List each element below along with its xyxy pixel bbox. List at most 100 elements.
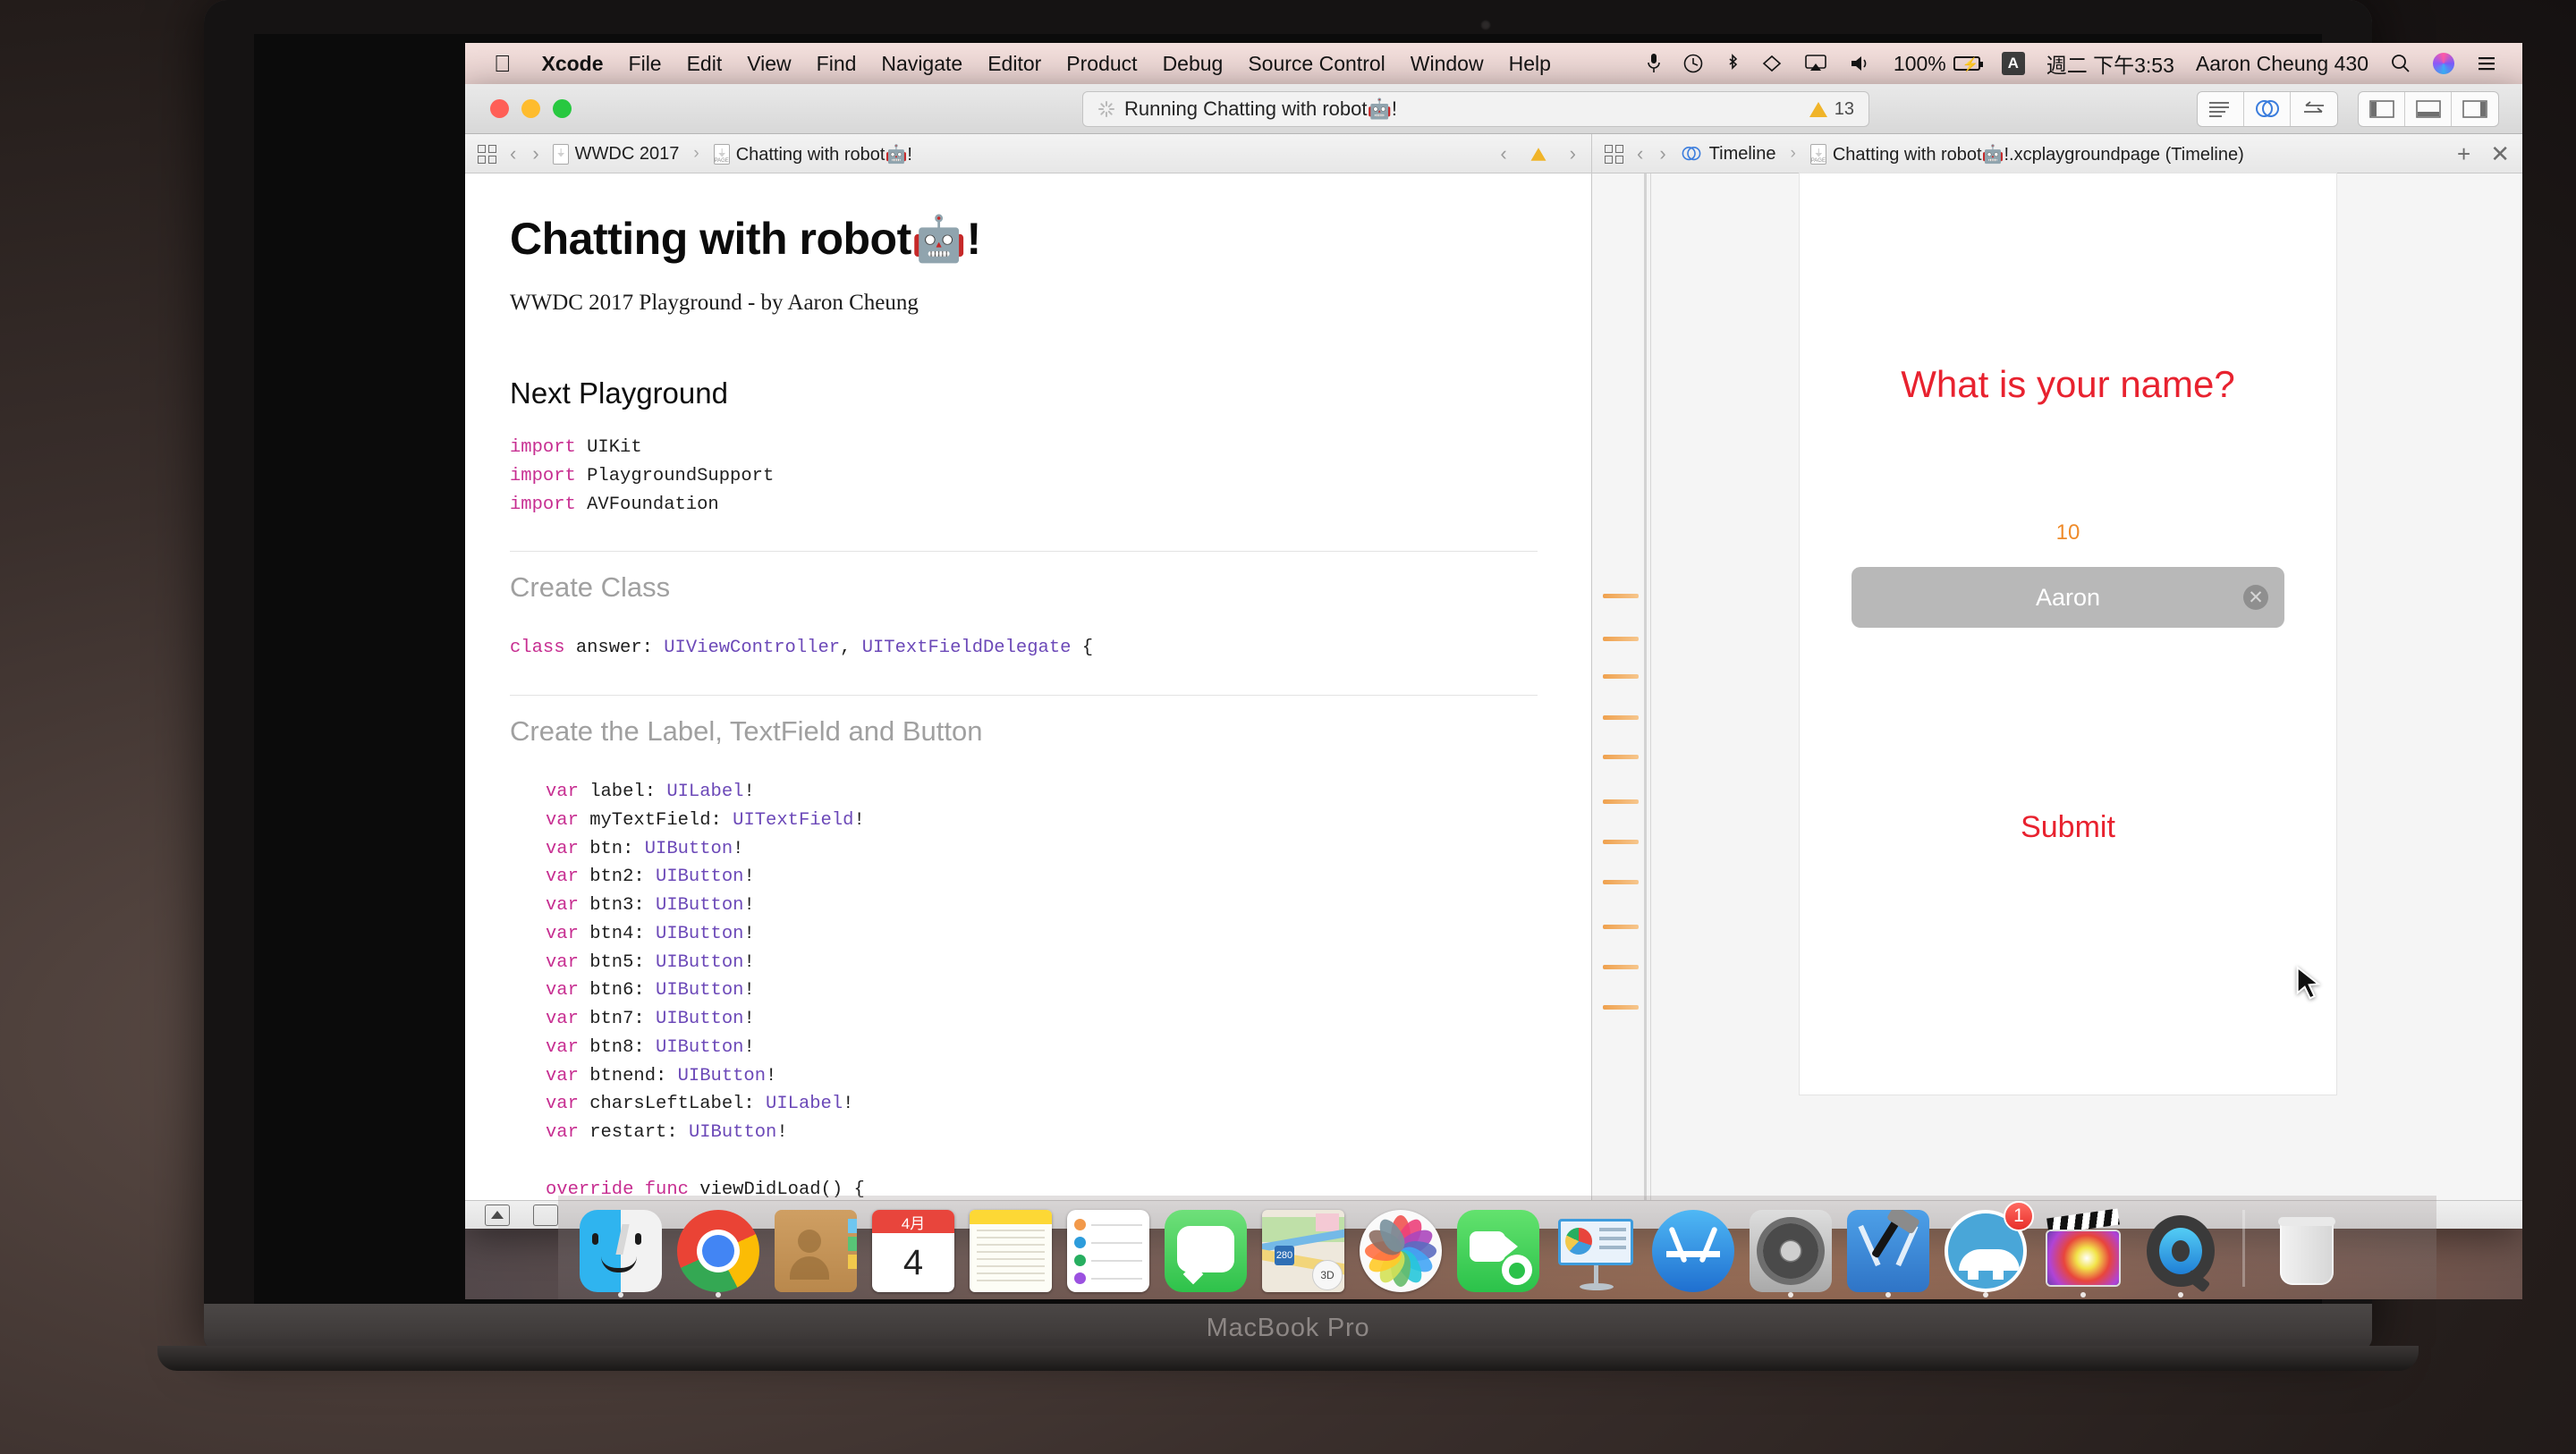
dock-running-indicator	[618, 1292, 623, 1298]
back-button[interactable]: ‹	[1634, 142, 1646, 165]
forward-button[interactable]: ›	[530, 142, 541, 165]
bluetooth-icon[interactable]	[1715, 53, 1750, 74]
menu-item-navigate[interactable]: Navigate	[869, 52, 975, 76]
dock-item-trash[interactable]	[2260, 1203, 2353, 1292]
input-source-indicator[interactable]: A	[1991, 52, 2036, 75]
menu-item-find[interactable]: Find	[804, 52, 869, 76]
right-jumpbar-tools: + ✕	[2457, 140, 2510, 168]
breadcrumb-label: Chatting with robot🤖!.xcplaygroundpage (…	[1832, 144, 2244, 165]
close-assistant-icon[interactable]: ✕	[2490, 140, 2510, 168]
dock-item-notes[interactable]	[964, 1203, 1057, 1292]
breadcrumb-wwdc-2017[interactable]: WWDC 2017	[552, 143, 679, 165]
code-block-class[interactable]: class answer: UIViewController, UITextFi…	[510, 604, 1538, 672]
navigator-toggle-button[interactable]	[2359, 91, 2405, 126]
siri-icon[interactable]	[2422, 53, 2465, 74]
previous-issue-button[interactable]: ‹	[1497, 142, 1509, 165]
dock-item-photos[interactable]	[1354, 1203, 1447, 1292]
menu-bar-clock[interactable]: 週二 下午3:53	[2036, 48, 2185, 79]
playground-file-icon	[552, 143, 569, 165]
dropbox-icon[interactable]	[1750, 53, 1793, 74]
code-block-properties[interactable]: var label: UILabel! var myTextField: UIT…	[510, 748, 1538, 1200]
clear-text-icon[interactable]: ✕	[2243, 585, 2268, 610]
volume-icon[interactable]	[1838, 53, 1883, 74]
dock-item-google-chrome[interactable]	[672, 1203, 765, 1298]
dock-item-system-preferences[interactable]	[1744, 1203, 1837, 1298]
dock-item-finder[interactable]	[574, 1203, 667, 1298]
search-icon[interactable]	[2379, 53, 2422, 74]
breadcrumb-timeline-file[interactable]: PAGE Chatting with robot🤖!.xcplaygroundp…	[1809, 143, 2244, 165]
dock-item-calendar[interactable]: 4月 4	[867, 1203, 960, 1292]
dock-item-keynote[interactable]	[1549, 1203, 1642, 1292]
live-view-submit-button[interactable]: Submit	[1800, 810, 2336, 845]
time-machine-icon[interactable]	[1672, 53, 1715, 74]
dock-item-final-cut-pro[interactable]	[2037, 1203, 2130, 1298]
next-issue-button[interactable]: ›	[1567, 142, 1579, 165]
microphone-icon[interactable]	[1636, 53, 1672, 74]
dock-item-handbrake[interactable]: 1	[1939, 1201, 2034, 1298]
code-keyword: import	[510, 465, 576, 486]
related-items-icon[interactable]	[1605, 144, 1623, 164]
menu-item-edit[interactable]: Edit	[674, 52, 735, 76]
warning-badge[interactable]: 13	[1809, 99, 1854, 120]
dock-item-messages[interactable]	[1159, 1203, 1252, 1292]
menu-item-editor[interactable]: Editor	[975, 52, 1054, 76]
breadcrumb-chatting-page[interactable]: PAGE Chatting with robot🤖!	[713, 143, 912, 165]
show-hide-debug-area-button[interactable]	[485, 1204, 510, 1226]
dock-item-contacts[interactable]	[769, 1203, 862, 1292]
section-divider	[510, 695, 1538, 697]
minimize-button[interactable]	[521, 99, 540, 118]
battery-status[interactable]: 100% ⚡	[1883, 52, 1991, 76]
dock-item-quicktime-player[interactable]	[2134, 1203, 2227, 1298]
playground-page-content: Chatting with robot🤖! WWDC 2017 Playgrou…	[465, 173, 1591, 1200]
live-view-canvas[interactable]: What is your name? 10 Aaron ✕ Submit	[1800, 173, 2336, 1095]
related-items-icon[interactable]	[478, 144, 496, 164]
apple-icon[interactable]: 	[479, 52, 530, 75]
breadcrumb-label: Timeline	[1708, 143, 1776, 164]
utilities-toggle-button[interactable]	[2452, 92, 2498, 126]
dock-item-maps[interactable]: 280 3D	[1257, 1203, 1350, 1292]
panel-toggle-segmented-control	[2358, 90, 2499, 127]
dock-item-facetime[interactable]	[1452, 1203, 1545, 1292]
assistant-editor-button[interactable]	[2244, 91, 2291, 126]
battery-charging-icon: ⚡	[1953, 56, 1983, 72]
add-assistant-icon[interactable]: +	[2457, 140, 2470, 168]
menu-item-help[interactable]: Help	[1496, 52, 1563, 76]
menu-item-debug[interactable]: Debug	[1150, 52, 1236, 76]
warning-triangle-icon[interactable]	[1530, 147, 1546, 161]
dock-separator	[2242, 1210, 2245, 1287]
breadcrumb-timeline[interactable]: Timeline	[1680, 144, 1776, 165]
code-block-imports[interactable]: import UIKit import PlaygroundSupport im…	[510, 410, 1538, 528]
dock-item-reminders[interactable]	[1062, 1203, 1155, 1292]
zoom-button[interactable]	[553, 99, 572, 118]
dock-item-xcode[interactable]	[1842, 1203, 1935, 1298]
menu-bar-user-name[interactable]: Aaron Cheung 430	[2185, 52, 2379, 76]
live-view-name-textfield[interactable]: Aaron ✕	[1852, 567, 2284, 628]
playground-page-icon: PAGE	[1809, 143, 1826, 165]
screenshot-scene:  Xcode File Edit View Find Navigate Edi…	[0, 0, 2576, 1454]
forward-button[interactable]: ›	[1657, 142, 1668, 165]
code-line: var btn6: UIButton!	[546, 980, 755, 1002]
menu-item-window[interactable]: Window	[1398, 52, 1496, 76]
code-line: var btn4: UIButton!	[546, 923, 755, 944]
code-line: class answer: UIViewController, UITextFi…	[510, 638, 1094, 659]
playground-source-editor[interactable]: Chatting with robot🤖! WWDC 2017 Playgrou…	[465, 173, 1592, 1200]
menu-item-source-control[interactable]: Source Control	[1235, 52, 1397, 76]
section-heading-create-label: Create the Label, TextField and Button	[510, 715, 983, 748]
menu-item-xcode[interactable]: Xcode	[530, 52, 616, 76]
add-execution-marker-button[interactable]	[533, 1204, 558, 1226]
menu-item-file[interactable]: File	[616, 52, 674, 76]
xcode-window: Running Chatting with robot🤖! 13 ‹ › WWD…	[465, 84, 2522, 1229]
airplay-icon[interactable]	[1793, 53, 1838, 74]
menu-item-product[interactable]: Product	[1054, 52, 1149, 76]
back-button[interactable]: ‹	[507, 142, 519, 165]
debug-area-toggle-button[interactable]	[2405, 91, 2452, 126]
version-editor-button[interactable]	[2291, 92, 2337, 126]
close-button[interactable]	[490, 99, 509, 118]
standard-editor-button[interactable]	[2198, 91, 2244, 126]
code-keyword: import	[510, 494, 576, 515]
dock-item-app-store[interactable]	[1647, 1203, 1740, 1292]
device-brand-label: MacBook Pro	[1206, 1314, 1370, 1342]
menu-item-view[interactable]: View	[734, 52, 803, 76]
notification-center-icon[interactable]	[2465, 53, 2508, 74]
section-heading-next-playground: Next Playground	[510, 376, 728, 410]
